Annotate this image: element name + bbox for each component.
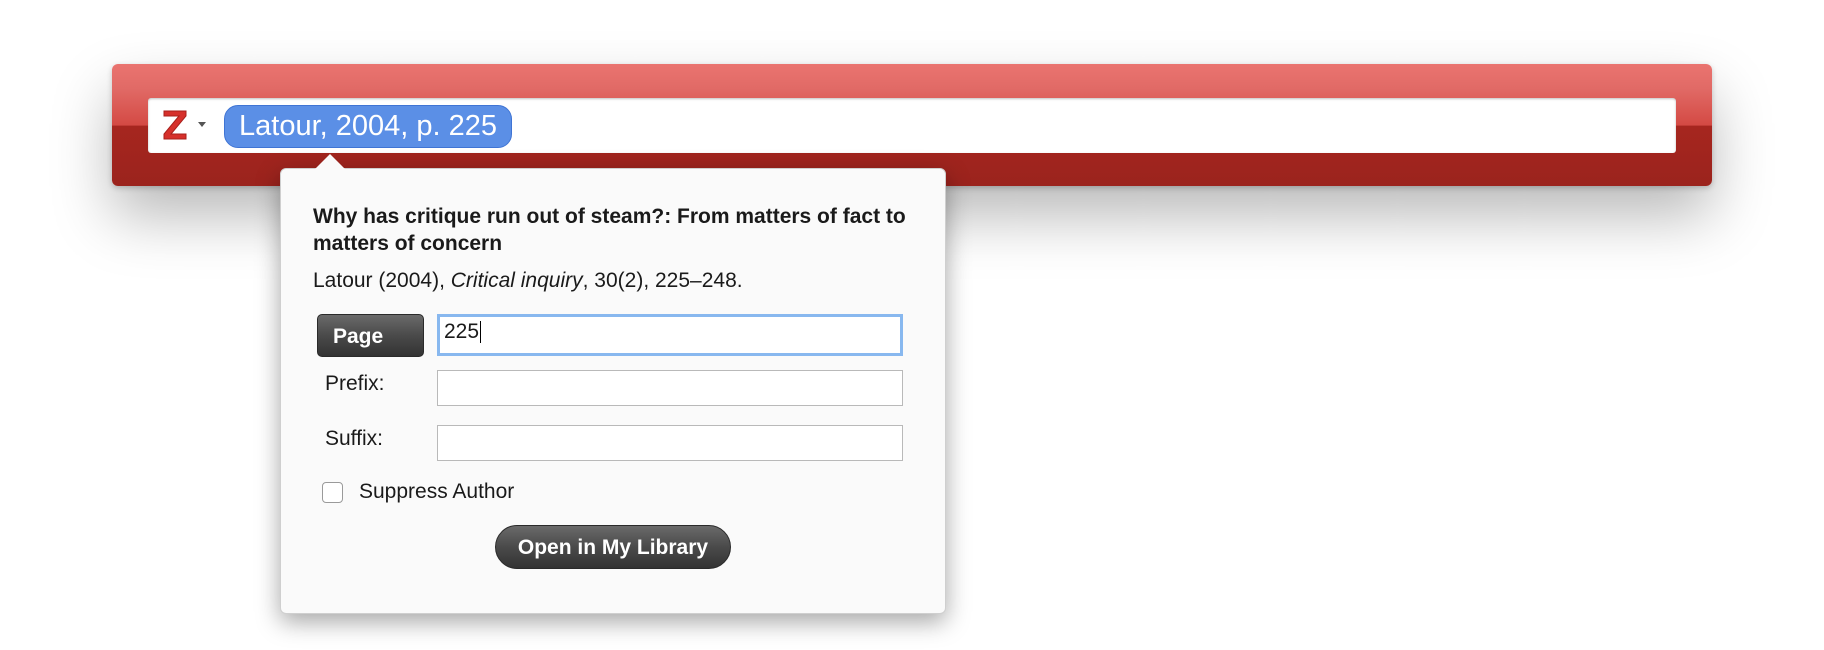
prefix-label: Prefix: — [325, 372, 385, 395]
item-title: Why has critique run out of steam?: From… — [313, 205, 906, 255]
citation-author-year: Latour (2004), — [313, 269, 451, 292]
citation-journal: Critical inquiry — [450, 269, 583, 292]
suffix-label: Suffix: — [325, 427, 383, 450]
citation-volume-pages: , 30(2), 225–248. — [582, 269, 743, 292]
suffix-input[interactable] — [437, 425, 903, 461]
locator-input[interactable]: 225 — [437, 314, 903, 356]
locator-type-button[interactable]: Page — [317, 314, 424, 357]
citation-search-field[interactable]: Latour, 2004, p. 225 — [148, 98, 1676, 153]
text-caret — [480, 321, 482, 344]
chevron-down-icon[interactable] — [198, 122, 206, 127]
item-citation: Latour (2004), Critical inquiry, 30(2), … — [313, 269, 743, 293]
locator-value: 225 — [444, 320, 480, 343]
open-in-library-button[interactable]: Open in My Library — [495, 525, 731, 569]
prefix-input[interactable] — [437, 370, 903, 406]
suppress-author-checkbox[interactable] — [322, 482, 343, 503]
popover-arrow — [315, 154, 345, 169]
zotero-logo-icon[interactable] — [162, 109, 188, 141]
citation-bubble[interactable]: Latour, 2004, p. 225 — [224, 105, 512, 148]
suppress-author-label[interactable]: Suppress Author — [359, 480, 514, 504]
citation-properties-popover: Why has critique run out of steam?: From… — [280, 154, 946, 614]
